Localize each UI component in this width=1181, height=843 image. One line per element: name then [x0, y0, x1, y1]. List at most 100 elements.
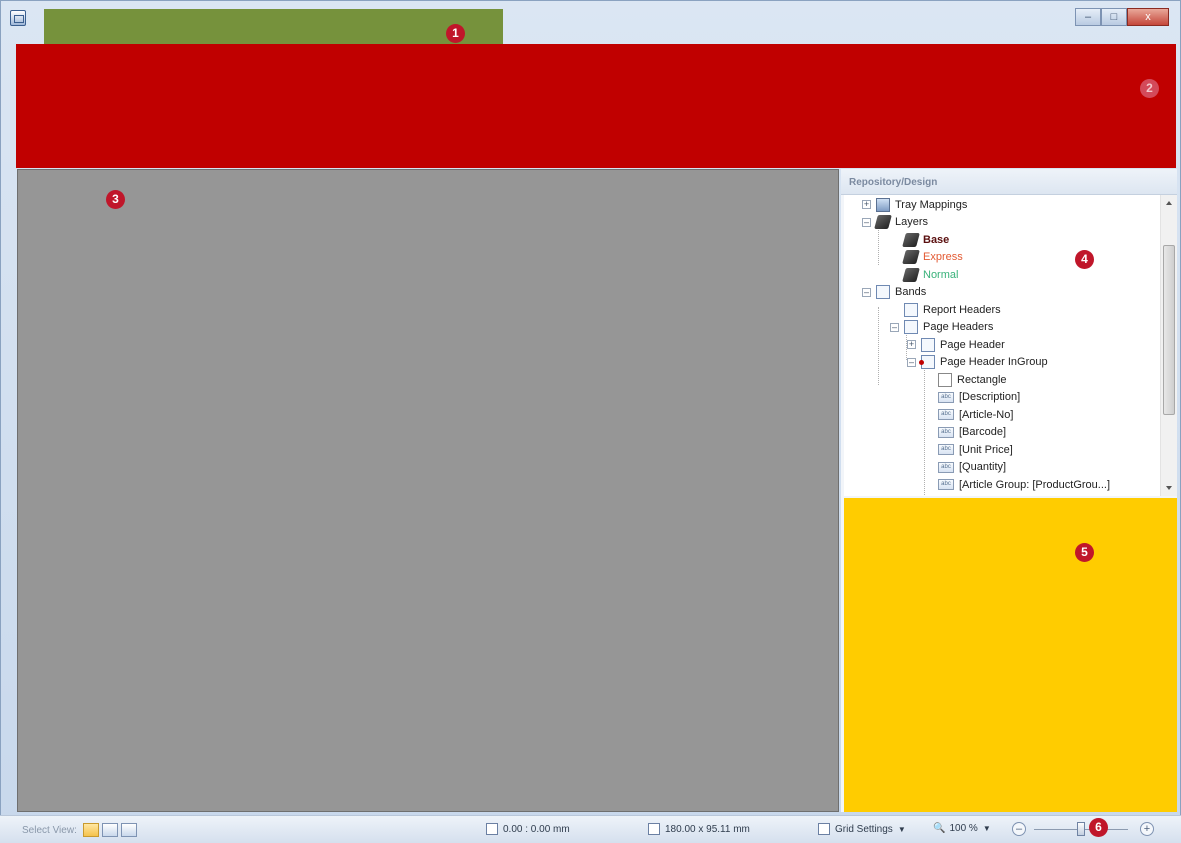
tree-node-label: Page Header InGroup	[940, 356, 1048, 368]
tree-node[interactable]: Base	[890, 231, 949, 248]
tree-node-label: [Article-No]	[959, 408, 1014, 421]
zoom-dropdown[interactable]: 🔍 100 % ▼	[933, 823, 991, 834]
maximize-button[interactable]: □	[1101, 8, 1127, 26]
text-field-icon: abc	[938, 409, 954, 420]
page-icon	[921, 337, 935, 352]
selection-size-value: 180.00 x 95.11 mm	[665, 823, 750, 835]
chevron-down-icon: ▼	[897, 824, 906, 834]
ribbon-area	[16, 44, 1176, 168]
status-bar: Select View: 0.00 : 0.00 mm 180.00 x 95.…	[0, 815, 1181, 843]
callout-5: 5	[1075, 543, 1094, 562]
callout-2: 2	[1140, 79, 1159, 98]
collapse-icon[interactable]: –	[907, 357, 916, 367]
tree-node[interactable]: – Layers	[862, 214, 928, 231]
grid-settings-dropdown[interactable]: Grid Settings ▼	[818, 823, 906, 835]
rectangle-icon	[938, 372, 952, 387]
tree-node[interactable]: abc [Article Group: [ProductGrou...]	[924, 476, 1110, 493]
layer-icon	[902, 232, 920, 247]
collapse-icon[interactable]: –	[862, 287, 871, 297]
zoom-in-button[interactable]: +	[1140, 822, 1154, 836]
tree-node-label: [Unit Price]	[959, 443, 1013, 456]
tree-node[interactable]: Report Headers	[890, 301, 1001, 318]
minimize-button[interactable]: –	[1075, 8, 1101, 26]
scroll-down-icon[interactable]	[1166, 486, 1172, 490]
tree-node-label: Rectangle	[957, 373, 1007, 386]
repository-panel-title: Repository/Design	[841, 169, 1177, 195]
size-icon	[648, 823, 660, 835]
properties-panel-area	[844, 498, 1177, 812]
layer-icon	[902, 250, 920, 264]
expand-icon[interactable]: +	[862, 200, 871, 209]
tree-scrollbar[interactable]	[1160, 195, 1177, 496]
app-icon[interactable]	[10, 10, 26, 26]
layers-icon	[874, 215, 892, 229]
select-view-group: Select View:	[22, 823, 137, 837]
tree-node[interactable]: abc [Quantity]	[924, 459, 1006, 476]
tree-node-label: Tray Mappings	[895, 198, 968, 211]
tree-node[interactable]: abc [Description]	[924, 389, 1020, 406]
cursor-position-value: 0.00 : 0.00 mm	[503, 823, 570, 835]
expand-icon[interactable]: +	[907, 340, 916, 349]
tree-node-label: [Article Group: [ProductGrou...]	[959, 478, 1111, 491]
tree-node-label: Bands	[895, 286, 927, 298]
text-field-icon: abc	[938, 444, 954, 455]
tree-node[interactable]: – Bands	[862, 284, 926, 301]
tree-node-label: Express	[923, 251, 963, 263]
tree-node-label: [Barcode]	[959, 426, 1007, 438]
tree-node-label: Page Header	[940, 338, 1005, 351]
tree-node[interactable]: Rectangle	[924, 371, 1007, 388]
page-icon	[904, 302, 918, 317]
tree-node-label: [Description]	[959, 391, 1021, 403]
tree-node[interactable]: Express	[890, 249, 963, 266]
text-field-icon: abc	[938, 391, 954, 403]
page-icon-red	[919, 355, 935, 369]
tree-node-label: [Quantity]	[959, 461, 1007, 473]
quick-access-toolbar-area	[44, 9, 503, 44]
text-field-icon: abc	[938, 479, 954, 490]
tree-node[interactable]: abc [Article-No]	[924, 406, 1013, 423]
title-bar: – □ x	[0, 0, 1181, 44]
tree-node[interactable]: Normal	[890, 266, 958, 283]
zoom-out-button[interactable]: –	[1012, 822, 1026, 836]
selection-size: 180.00 x 95.11 mm	[648, 823, 750, 835]
close-button[interactable]: x	[1127, 8, 1169, 26]
layer-icon	[902, 267, 920, 282]
design-view-button[interactable]	[82, 823, 99, 837]
grid-settings-label: Grid Settings	[835, 823, 893, 835]
page-icon	[904, 320, 918, 334]
window-controls: – □ x	[1075, 8, 1169, 28]
scroll-up-icon[interactable]	[1166, 201, 1172, 205]
tree-node[interactable]: – Page Headers	[890, 319, 993, 336]
tree-guide-line	[878, 307, 879, 385]
tree-node[interactable]: abc [Barcode]	[924, 424, 1006, 441]
tree-node[interactable]: – Page Header InGroup	[907, 354, 1048, 371]
callout-1: 1	[446, 24, 465, 43]
grid-icon	[818, 823, 830, 835]
cursor-position: 0.00 : 0.00 mm	[486, 823, 570, 835]
text-field-icon: abc	[938, 461, 954, 473]
repository-tree[interactable]: + Tray Mappings – Layers Base Express Normal – B…	[844, 195, 1160, 496]
side-panel: Repository/Design + Tray Mappings – Layers B…	[841, 169, 1177, 812]
preview-view-button[interactable]	[120, 823, 137, 837]
callout-6: 6	[1089, 818, 1108, 837]
tree-node-label: Layers	[895, 216, 929, 228]
collapse-icon[interactable]: –	[862, 217, 871, 227]
design-canvas-area[interactable]	[17, 169, 839, 812]
tree-node-label: Base	[923, 233, 950, 246]
zoom-value: 100 %	[949, 823, 978, 834]
text-field-icon: abc	[938, 426, 954, 438]
chevron-down-icon: ▼	[982, 824, 991, 833]
tree-node-label: Normal	[923, 268, 959, 281]
zoom-slider-thumb[interactable]	[1077, 822, 1085, 836]
scroll-thumb[interactable]	[1163, 245, 1175, 415]
callout-3: 3	[106, 190, 125, 209]
tree-node[interactable]: abc [Unit Price]	[924, 441, 1013, 458]
tree-node[interactable]: + Tray Mappings	[862, 196, 967, 213]
layout-view-button[interactable]	[101, 823, 118, 837]
tree-node[interactable]: + Page Header	[907, 336, 1005, 353]
collapse-icon[interactable]: –	[890, 322, 899, 332]
callout-4: 4	[1075, 250, 1094, 269]
position-icon	[486, 823, 498, 835]
tray-icon	[876, 197, 890, 212]
page-icon	[876, 285, 890, 299]
